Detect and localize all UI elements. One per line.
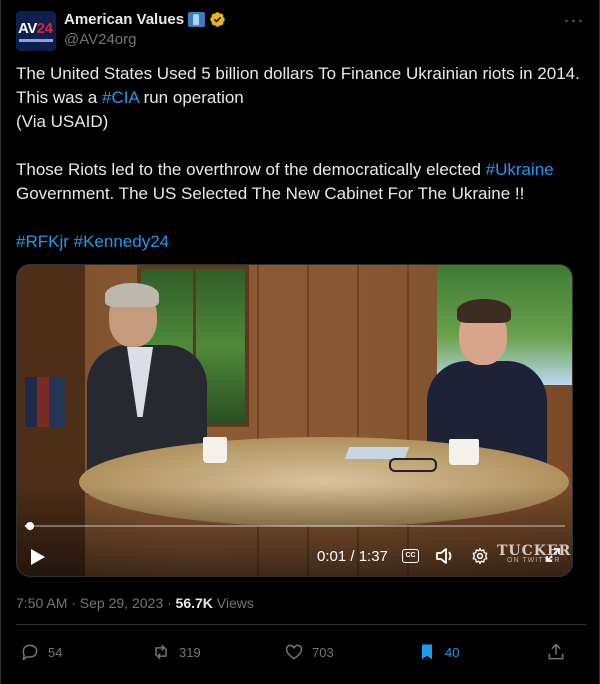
hashtag-ukraine[interactable]: #Ukraine — [486, 160, 554, 179]
hashtag-kennedy24[interactable]: #Kennedy24 — [74, 232, 169, 251]
share-icon — [548, 643, 564, 660]
views-label: Views — [212, 595, 254, 611]
text-segment: Government. The US Selected The New Cabi… — [16, 184, 525, 203]
hashtag-cia[interactable]: #CIA — [102, 88, 139, 107]
tweet-text: The United States Used 5 billion dollars… — [16, 62, 581, 254]
video-time: 0:01 / 1:37 — [317, 548, 388, 565]
name-row: American Values — [64, 11, 226, 28]
reply-count: 54 — [48, 644, 63, 660]
share-button[interactable] — [546, 641, 566, 663]
avatar[interactable]: AV24 — [16, 11, 56, 51]
flag-icon — [188, 12, 206, 27]
fullscreen-icon[interactable] — [545, 547, 561, 563]
avatar-logo: AV24 — [18, 20, 53, 37]
tweet-paragraph-2: (Via USAID) — [16, 112, 109, 131]
action-bar: 54 319 703 40 — [16, 641, 586, 663]
repost-icon — [155, 644, 167, 660]
like-button[interactable]: 703 — [284, 641, 334, 663]
verified-icon — [210, 12, 225, 27]
bookmark-count: 40 — [445, 644, 460, 660]
avatar-logo-subline — [19, 39, 53, 42]
volume-icon[interactable] — [435, 547, 455, 565]
tweet-header: AV24 American Values @AV24org ··· — [16, 11, 586, 55]
text-segment: run operation — [138, 88, 244, 107]
gear-icon[interactable] — [471, 547, 489, 565]
handle[interactable]: @AV24org — [64, 31, 137, 48]
reply-icon — [22, 644, 38, 661]
play-icon[interactable] — [30, 548, 46, 566]
like-count: 703 — [312, 644, 334, 660]
text-segment: Those Riots led to the overthrow of the … — [16, 160, 486, 179]
video-player[interactable]: 0:01 / 1:37 CC TUCKER ON TWITTER — [16, 264, 573, 577]
reply-button[interactable]: 54 — [20, 641, 62, 663]
display-name[interactable]: American Values — [64, 11, 184, 28]
tweet-paragraph-4: #RFKjr #Kennedy24 — [16, 230, 581, 254]
repost-count: 319 — [179, 644, 201, 660]
divider — [16, 624, 586, 625]
tweet-meta: 7:50 AM · Sep 29, 2023 · 56.7K Views — [16, 595, 254, 611]
tweet-paragraph-1: The United States Used 5 billion dollars… — [16, 62, 581, 110]
bookmark-button[interactable]: 40 — [417, 641, 459, 663]
text-segment: The United States Used 5 billion dollars… — [16, 64, 580, 107]
repost-button[interactable]: 319 — [151, 641, 201, 663]
hashtag-rfkjr[interactable]: #RFKjr — [16, 232, 69, 251]
like-icon — [285, 644, 303, 660]
tweet-paragraph-3: Those Riots led to the overthrow of the … — [16, 158, 581, 206]
tweet: AV24 American Values @AV24org ··· The Un… — [0, 0, 600, 684]
video-frame — [17, 265, 572, 576]
video-progress-bar[interactable] — [25, 522, 565, 530]
cc-icon[interactable]: CC — [402, 549, 419, 563]
timestamp[interactable]: 7:50 AM · Sep 29, 2023 · — [16, 595, 176, 611]
views-count: 56.7K — [175, 595, 213, 611]
bookmark-icon — [422, 644, 432, 660]
more-icon[interactable]: ··· — [562, 11, 586, 35]
